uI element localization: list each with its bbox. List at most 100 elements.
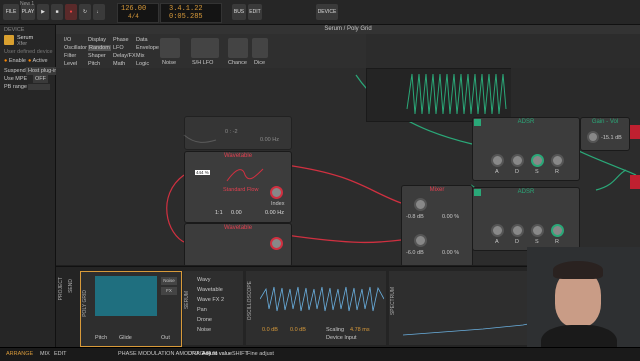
audio-out-icon-2[interactable] xyxy=(630,175,640,189)
preset-name[interactable]: User defined device xyxy=(4,49,53,55)
scope-scaling: Scaling xyxy=(326,327,345,333)
stop-icon[interactable]: ■ xyxy=(51,4,63,20)
gain-knob[interactable] xyxy=(587,131,599,143)
out-label: Out xyxy=(161,335,170,341)
phase-mod-badge[interactable]: 444 % xyxy=(195,170,210,175)
adsr-2-decay-knob[interactable] xyxy=(511,224,524,237)
preset-item-6[interactable]: Noise xyxy=(197,327,211,333)
preset-item-4[interactable]: Pan xyxy=(197,307,207,313)
poly-grid-device[interactable]: POLY GRID Noise FX FX Pitch Glide Out xyxy=(80,271,182,347)
position-time: 0:05.285 xyxy=(169,13,203,21)
active-toggle[interactable]: ● Active xyxy=(28,58,48,64)
adsr-module-2[interactable]: ADSR A D S R xyxy=(472,187,580,251)
tab-spectrum[interactable]: SPECTRUM xyxy=(390,287,396,315)
adsr-1-a-badge[interactable] xyxy=(474,119,481,126)
adsr-1-release-knob[interactable] xyxy=(551,154,564,167)
tempo-value[interactable]: 126.00 xyxy=(121,5,146,13)
wavetable-1-frame[interactable]: Standard Flow xyxy=(223,187,258,193)
oscilloscope-trace xyxy=(260,286,384,312)
wavetable-module-2[interactable]: Wavetable xyxy=(184,223,292,265)
presenter-hair xyxy=(553,261,603,279)
adsr-1-attack-knob[interactable] xyxy=(491,154,504,167)
index-knob[interactable] xyxy=(270,186,283,199)
active-label: Active xyxy=(32,58,48,64)
transport-bar: FILE PLAY ▶ ■ ● ↻ ♩ 126.00 4/4 3.4.1.22 … xyxy=(0,0,640,25)
metronome-icon[interactable]: ♩ xyxy=(93,4,105,20)
wavetable-1-hz[interactable]: 0.00 Hz xyxy=(265,210,284,216)
file-button[interactable]: FILE xyxy=(3,4,19,20)
mixer-pct-1[interactable]: 0.00 % xyxy=(442,214,459,220)
arrange-view-button[interactable]: ARRANGE xyxy=(6,351,33,357)
record-icon[interactable]: ● xyxy=(65,4,77,20)
scope-ms[interactable]: 4.78 ms xyxy=(350,327,370,333)
gain-value[interactable]: -15.1 dB xyxy=(601,135,622,141)
serum-logo-icon xyxy=(4,35,14,45)
mixer-level-knob-1[interactable] xyxy=(414,198,427,211)
muted-oscillator-module[interactable]: 0 : -2 0.00 Hz xyxy=(184,116,292,150)
serum-device[interactable]: SERUM Wavy Wavetable Wave FX 2 Pan Drone… xyxy=(183,271,243,345)
wavetable-1-ratio[interactable]: 1:1 xyxy=(215,210,223,216)
adsr-2-sustain-knob[interactable] xyxy=(531,224,544,237)
mixer-db-1[interactable]: -0.8 dB xyxy=(406,214,424,220)
suspend-label: Suspend xyxy=(4,68,26,74)
position-display[interactable]: 3.4.1.22 0:05.285 xyxy=(160,3,222,23)
preset-item-3[interactable]: Wave FX 2 xyxy=(197,297,224,303)
edit-view-button[interactable]: EDIT xyxy=(54,351,67,357)
tab-serum[interactable]: SERUM xyxy=(184,291,190,309)
enable-toggle[interactable]: ● Enable xyxy=(4,58,26,64)
mixer-module[interactable]: Mixer -0.8 dB 0.00 % -6.0 dB 0.00 % xyxy=(401,185,473,265)
webcam-overlay xyxy=(527,247,640,360)
tab-project[interactable]: PROJECT xyxy=(58,277,64,300)
right-module-bg xyxy=(511,68,640,120)
oscilloscope-device[interactable]: OSCILLOSCOPE 0.0 dB 0.0 dB Scaling 4.78 … xyxy=(246,271,386,345)
pb-range-field[interactable] xyxy=(28,84,50,90)
noise-fx-button[interactable]: Noise FX xyxy=(161,277,177,291)
mixer-level-knob-2[interactable] xyxy=(414,234,427,247)
adsr-module-1[interactable]: ADSR A D S R xyxy=(472,117,580,181)
scope-value-1[interactable]: 0.0 dB xyxy=(262,327,278,333)
grid-thumbnail[interactable] xyxy=(95,276,157,316)
tempo-display[interactable]: 126.00 4/4 xyxy=(117,3,159,23)
wavetable-1-cents[interactable]: 0.00 xyxy=(231,210,242,216)
time-signature[interactable]: 4/4 xyxy=(128,13,139,20)
use-mpe-toggle[interactable]: OFF xyxy=(33,75,48,83)
poly-grid-canvas[interactable]: Serum / Poly Grid I/O Oscillator Filter … xyxy=(56,25,640,265)
adsr-1-sustain-knob[interactable] xyxy=(531,154,544,167)
adsr-1-label-r: R xyxy=(555,169,559,175)
scope-value-2[interactable]: 0.0 dB xyxy=(290,327,306,333)
play-icon[interactable]: ▶ xyxy=(37,4,49,20)
audio-out-icon[interactable] xyxy=(630,125,640,139)
project-tab[interactable]: New 1 xyxy=(20,1,34,7)
preset-item-1[interactable]: Wavy xyxy=(197,277,211,283)
pb-range-label: PB range xyxy=(4,84,27,90)
preset-item-2[interactable]: Wavetable xyxy=(197,287,223,293)
tab-oscilloscope[interactable]: OSCILLOSCOPE xyxy=(247,281,253,320)
adsr-1-title: ADSR xyxy=(517,119,535,125)
loop-icon[interactable]: ↻ xyxy=(79,4,91,20)
glide-label: Glide xyxy=(119,335,132,341)
adsr-1-label-a: A xyxy=(495,169,499,175)
gain-module[interactable]: Gain - Vol -15.1 dB xyxy=(580,117,630,151)
suspend-select[interactable]: Host plug-in xyxy=(26,67,60,75)
index-label: Index xyxy=(271,201,285,207)
bus-button[interactable]: BUS xyxy=(232,4,246,20)
enable-label: Enable xyxy=(8,58,26,64)
index-knob-2[interactable] xyxy=(270,237,283,250)
mixer-db-2[interactable]: -6.0 dB xyxy=(406,250,424,256)
preset-item-5[interactable]: Drone xyxy=(197,317,212,323)
muted-values: 0 : -2 xyxy=(225,129,238,135)
mixer-pct-2[interactable]: 0.00 % xyxy=(442,250,459,256)
edit-button[interactable]: EDIT xyxy=(248,4,262,20)
mix-view-button[interactable]: MIX xyxy=(40,351,50,357)
adsr-2-attack-knob[interactable] xyxy=(491,224,504,237)
adsr-1-decay-knob[interactable] xyxy=(511,154,524,167)
adsr-2-release-knob[interactable] xyxy=(551,224,564,237)
tab-poly-grid[interactable]: POLY GRID xyxy=(82,290,88,317)
fx-button[interactable]: FX xyxy=(161,287,177,295)
wavetable-module-1[interactable]: Wavetable 444 % Standard Flow Index 1:1 … xyxy=(184,151,292,223)
adsr-2-a-badge[interactable] xyxy=(474,189,481,196)
device-button[interactable]: DEVICE xyxy=(316,4,338,20)
mixer-title: Mixer xyxy=(429,187,445,193)
tab-send[interactable]: SEND xyxy=(68,279,74,293)
device-input-select[interactable]: Device Input xyxy=(326,335,357,341)
